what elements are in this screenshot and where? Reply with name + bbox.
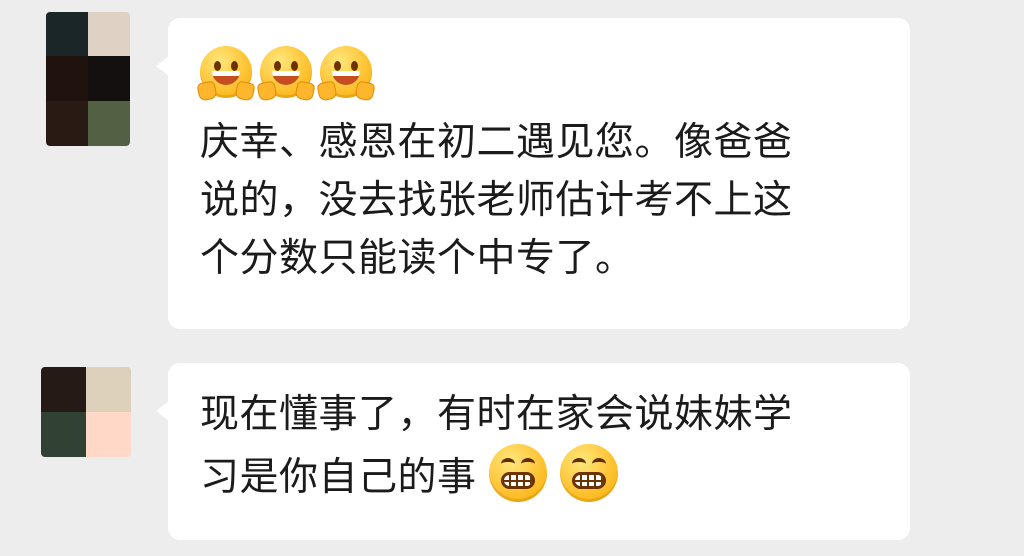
emoji-hand <box>294 80 316 102</box>
avatar-tile <box>86 367 131 412</box>
message-bubble[interactable]: 现在懂事了，有时在家会说妹妹学 习是你自己的事 <box>156 363 910 540</box>
peace-sign-smile-emoji <box>196 46 256 102</box>
emoji-hand <box>234 80 256 102</box>
message-line: 说的，没去找张老师估计考不上这 <box>200 178 793 223</box>
emoji-mouth <box>332 71 360 85</box>
avatar-tile <box>46 12 88 56</box>
message-text: 现在懂事了，有时在家会说妹妹学 习是你自己的事 <box>200 386 876 507</box>
avatar-tile <box>88 56 130 101</box>
sender-avatar[interactable] <box>41 367 131 457</box>
emoji-mouth <box>212 71 240 85</box>
grinning-face-emoji <box>489 444 548 502</box>
avatar-tile <box>88 12 130 56</box>
emoji-eye <box>214 61 221 71</box>
avatar-tile <box>88 101 130 146</box>
emoji-brow <box>572 458 587 470</box>
emoji-eye <box>351 61 358 71</box>
message-line-text: 习是你自己的事 <box>200 455 477 500</box>
message-line: 现在懂事了，有时在家会说妹妹学 <box>200 392 793 437</box>
emoji-eye <box>291 61 298 71</box>
message-line: 习是你自己的事 <box>200 444 876 507</box>
emoji-brow <box>521 458 536 470</box>
peace-sign-smile-emoji <box>256 46 316 102</box>
message-bubble[interactable]: 庆幸、感恩在初二遇见您。像爸爸 说的，没去找张老师估计考不上这 个分数只能读个中… <box>156 18 910 329</box>
message-text: 庆幸、感恩在初二遇见您。像爸爸 说的，没去找张老师估计考不上这 个分数只能读个中… <box>200 114 876 288</box>
emoji-row <box>196 46 876 104</box>
sender-avatar[interactable] <box>46 12 130 146</box>
emoji-eye <box>334 61 341 71</box>
emoji-mouth <box>272 71 300 85</box>
emoji-hand <box>196 80 218 102</box>
chat-thread: 庆幸、感恩在初二遇见您。像爸爸 说的，没去找张老师估计考不上这 个分数只能读个中… <box>0 0 1024 556</box>
avatar-tile <box>46 101 88 146</box>
message-line: 庆幸、感恩在初二遇见您。像爸爸 <box>200 120 793 165</box>
emoji-hand <box>316 80 338 102</box>
emoji-teeth <box>572 472 607 489</box>
emoji-teeth <box>501 472 536 489</box>
emoji-brow <box>501 458 516 470</box>
avatar-tile <box>46 56 88 101</box>
avatar-tile <box>86 412 131 457</box>
grinning-face-emoji <box>560 444 619 502</box>
emoji-eye <box>231 61 238 71</box>
emoji-brow <box>592 458 607 470</box>
message-line: 个分数只能读个中专了。 <box>200 236 635 281</box>
avatar-tile <box>41 412 86 457</box>
emoji-hand <box>354 80 376 102</box>
peace-sign-smile-emoji <box>316 46 376 102</box>
emoji-hand <box>256 80 278 102</box>
avatar-tile <box>41 367 86 412</box>
emoji-eye <box>274 61 281 71</box>
